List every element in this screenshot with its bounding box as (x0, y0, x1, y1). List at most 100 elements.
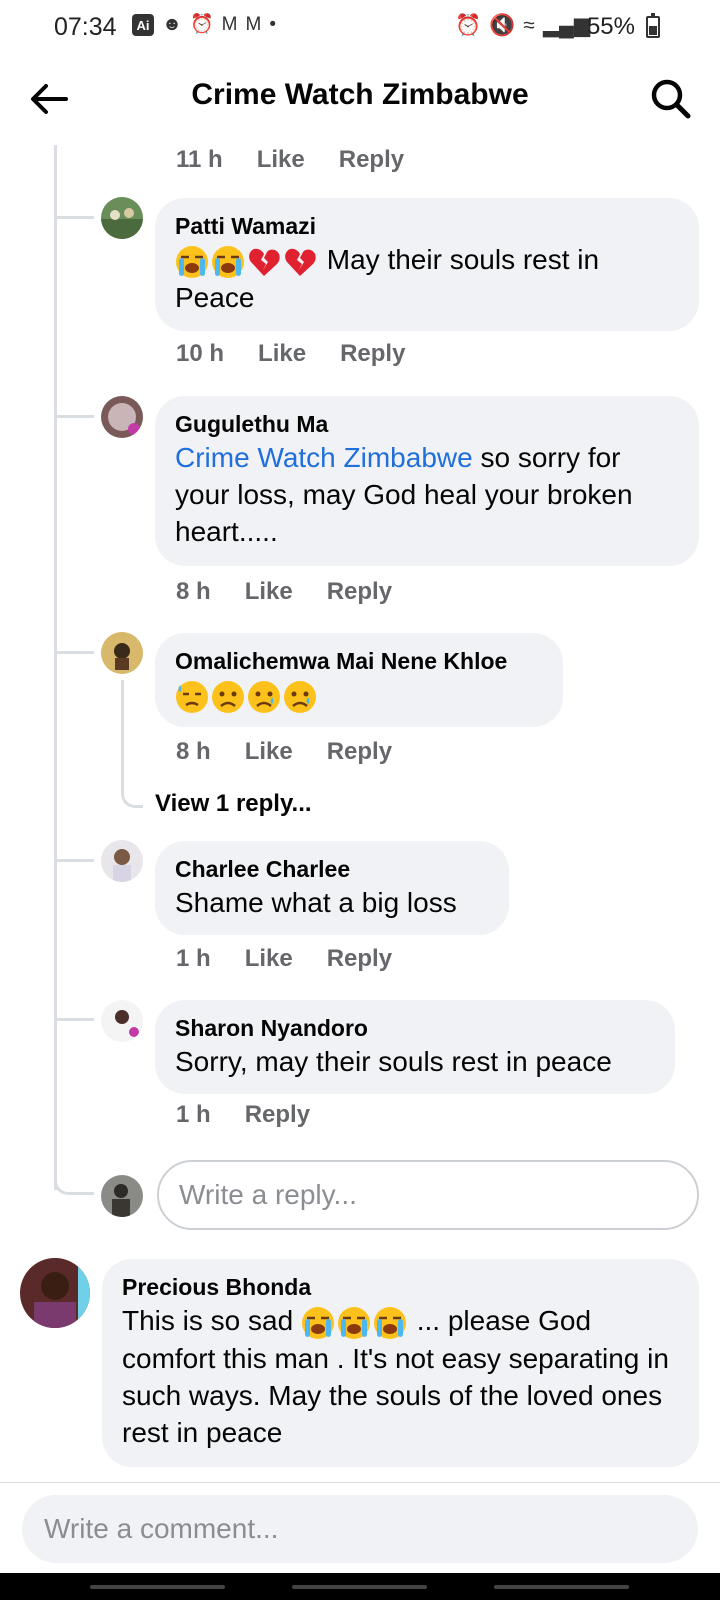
loudly-crying-face-icon (301, 1306, 334, 1339)
comment-text: May their souls rest in Peace (175, 241, 679, 316)
mention-link[interactable]: Crime Watch Zimbabwe (175, 442, 473, 473)
alarm-icon: ⏰ (190, 14, 214, 35)
comment-input-placeholder: Write a comment... (44, 1513, 279, 1544)
avatar-image (101, 396, 143, 438)
like-button[interactable]: Like (258, 340, 306, 368)
thread-tick (57, 216, 94, 219)
comment-bubble: Patti Wamazi May their souls rest in Pea… (155, 198, 699, 331)
thread-line (54, 145, 57, 1190)
broken-heart-icon (285, 248, 316, 276)
loudly-crying-face-icon (176, 245, 208, 278)
battery-level (649, 26, 657, 35)
like-button[interactable]: Like (245, 738, 293, 766)
view-replies-link[interactable]: View 1 reply... (155, 790, 312, 818)
notification-icon: ☻ (162, 14, 182, 35)
more-dot-icon: • (269, 14, 276, 35)
home-button[interactable] (292, 1585, 427, 1589)
comment-meta: 10 h Like Reply (176, 340, 405, 368)
avatar[interactable] (101, 840, 143, 882)
comment-body: Shame what a big loss (175, 887, 457, 918)
wifi-icon: ≈ (523, 13, 535, 37)
app-header: Crime Watch Zimbabwe (0, 54, 720, 142)
reply-input-placeholder: Write a reply... (179, 1179, 357, 1210)
like-button[interactable]: Like (245, 945, 293, 973)
battery-icon (646, 13, 660, 38)
avatar-image (20, 1258, 90, 1328)
comment-body: Sorry, may their souls rest in peace (175, 1046, 612, 1077)
comment-meta: 11 h Like Reply (176, 146, 404, 174)
downcast-face-with-sweat-icon (176, 680, 208, 713)
battery-percent: 55% (586, 13, 635, 40)
thread-tick (57, 415, 94, 418)
reply-thread-connector (121, 680, 143, 808)
comment-bubble: Charlee Charlee Shame what a big loss (155, 841, 509, 935)
avatar-image (101, 632, 143, 674)
comment-input[interactable]: Write a comment... (22, 1495, 698, 1563)
like-button[interactable]: Like (245, 578, 293, 606)
thread-tick (57, 1018, 94, 1021)
comment-time: 1 h (176, 1101, 211, 1128)
notification-icons: Ai ☻ ⏰ M M • (132, 14, 276, 36)
reply-button[interactable]: Reply (327, 738, 392, 766)
signal-icon: ▂▄▆ (542, 14, 590, 37)
comment-author[interactable]: Charlee Charlee (175, 854, 489, 884)
comment-author[interactable]: Patti Wamazi (175, 211, 679, 241)
comment-bubble: Omalichemwa Mai Nene Khloe (155, 633, 563, 727)
status-bar: 07:34 Ai ☻ ⏰ M M • ⏰ 🔇 ≈ ▂▄▆ 55% (0, 0, 720, 54)
comment-meta: 8 h Like Reply (176, 738, 392, 766)
reply-button[interactable]: Reply (245, 1101, 310, 1129)
avatar-image (101, 197, 143, 239)
comment-text (175, 676, 543, 714)
page-title: Crime Watch Zimbabwe (191, 78, 529, 111)
comment-text: This is so sad ... please God comfort th… (122, 1302, 679, 1451)
comment-time: 1 h (176, 945, 211, 972)
comment-time: 8 h (176, 578, 211, 605)
comment-time: 8 h (176, 738, 211, 765)
thread-tick (57, 651, 94, 654)
sad-face-icon (212, 680, 244, 713)
comment-author[interactable]: Precious Bhonda (122, 1272, 679, 1302)
loudly-crying-face-icon (337, 1306, 370, 1339)
recents-button[interactable] (90, 1585, 225, 1589)
mail-icon: M (245, 14, 262, 35)
loudly-crying-face-icon (373, 1306, 406, 1339)
avatar[interactable] (101, 632, 143, 674)
reply-button[interactable]: Reply (339, 146, 404, 174)
back-nav-button[interactable] (494, 1585, 629, 1589)
reply-button[interactable]: Reply (327, 945, 392, 973)
crying-face-icon (284, 680, 316, 713)
crying-face-icon (248, 680, 280, 713)
avatar[interactable] (101, 1000, 143, 1042)
comment-meta: 1 h Reply (176, 1101, 310, 1129)
broken-heart-icon (249, 248, 280, 276)
comment-body: This is so sad (122, 1305, 301, 1336)
avatar[interactable] (101, 396, 143, 438)
ai-badge-icon: Ai (132, 14, 154, 36)
comment-author[interactable]: Omalichemwa Mai Nene Khloe (175, 646, 543, 676)
mute-icon: 🔇 (489, 13, 516, 37)
mail-icon: M (221, 14, 238, 35)
comment-time: 11 h (176, 146, 223, 173)
reply-input[interactable]: Write a reply... (157, 1160, 699, 1230)
avatar-image (101, 1175, 143, 1217)
comment-text: Crime Watch Zimbabwe so sorry for your l… (175, 439, 679, 550)
comment-bubble: Precious Bhonda This is so sad ... pleas… (102, 1259, 699, 1467)
comment-time: 10 h (176, 340, 225, 367)
thread-connector (54, 1150, 94, 1195)
comment-bubble: Sharon Nyandoro Sorry, may their souls r… (155, 1000, 675, 1094)
avatar-image (101, 840, 143, 882)
avatar[interactable] (20, 1258, 90, 1328)
avatar[interactable] (101, 197, 143, 239)
like-button[interactable]: Like (257, 146, 305, 174)
loudly-crying-face-icon (212, 245, 244, 278)
status-time: 07:34 (54, 13, 117, 41)
reply-button[interactable]: Reply (340, 340, 405, 368)
divider (0, 1482, 720, 1483)
search-button[interactable] (648, 76, 694, 122)
comment-author[interactable]: Sharon Nyandoro (175, 1013, 655, 1043)
search-icon (651, 79, 691, 119)
comment-meta: 8 h Like Reply (176, 578, 392, 606)
comment-bubble: Gugulethu Ma Crime Watch Zimbabwe so sor… (155, 396, 699, 566)
comment-author[interactable]: Gugulethu Ma (175, 409, 679, 439)
reply-button[interactable]: Reply (327, 578, 392, 606)
